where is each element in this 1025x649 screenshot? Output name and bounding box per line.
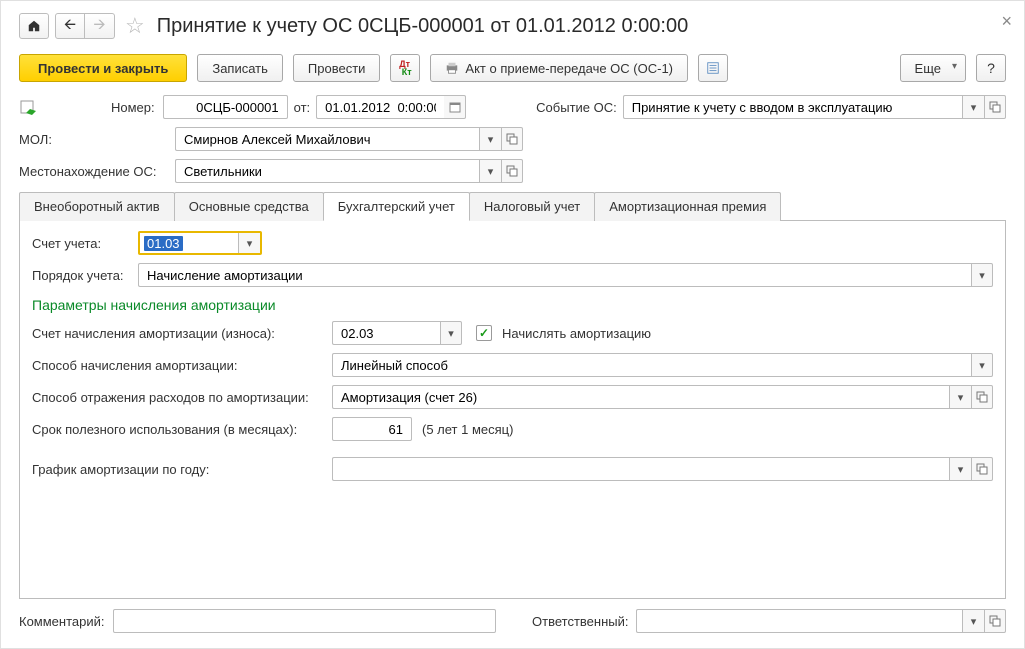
event-label: Событие ОС: <box>536 100 617 115</box>
account-dropdown-icon[interactable]: ▾ <box>238 233 260 253</box>
back-button[interactable]: 🡨 <box>55 13 85 39</box>
favorite-star-icon[interactable]: ☆ <box>125 13 145 39</box>
amort-account-input[interactable] <box>339 325 434 342</box>
location-label: Местонахождение ОС: <box>19 164 175 179</box>
event-open-icon[interactable] <box>984 95 1006 119</box>
printer-icon <box>445 61 459 75</box>
account-value: 01.03 <box>144 236 183 251</box>
page-title: Принятие к учету ОС 0СЦБ-000001 от 01.01… <box>157 15 688 38</box>
tab-fixed-assets[interactable]: Основные средства <box>174 192 324 221</box>
graph-dropdown-icon[interactable]: ▾ <box>949 457 971 481</box>
amort-account-label: Счет начисления амортизации (износа): <box>32 326 332 341</box>
expense-dropdown-icon[interactable]: ▾ <box>949 385 971 409</box>
more-button[interactable]: Еще <box>900 54 966 82</box>
save-button[interactable]: Записать <box>197 54 283 82</box>
expense-open-icon[interactable] <box>971 385 993 409</box>
order-label: Порядок учета: <box>32 268 138 283</box>
method-input[interactable] <box>339 357 965 374</box>
life-label: Срок полезного использования (в месяцах)… <box>32 422 332 437</box>
account-combo[interactable]: 01.03 ▾ <box>138 231 262 255</box>
from-label: от: <box>294 100 311 115</box>
post-and-close-button[interactable]: Провести и закрыть <box>19 54 187 82</box>
structure-button[interactable] <box>698 54 728 82</box>
calendar-icon[interactable] <box>444 95 466 119</box>
mol-input[interactable] <box>182 131 473 148</box>
responsible-input[interactable] <box>643 613 956 630</box>
print-act-button[interactable]: Акт о приеме-передаче ОС (ОС-1) <box>430 54 688 82</box>
order-dropdown-icon[interactable]: ▾ <box>971 263 993 287</box>
forward-button[interactable]: 🡪 <box>85 13 115 39</box>
tab-tax[interactable]: Налоговый учет <box>469 192 595 221</box>
amort-section-header: Параметры начисления амортизации <box>32 297 993 313</box>
help-button[interactable]: ? <box>976 54 1006 82</box>
document-status-icon <box>19 97 39 117</box>
life-input[interactable] <box>339 421 405 438</box>
expense-input[interactable] <box>339 389 943 406</box>
mol-open-icon[interactable] <box>501 127 523 151</box>
number-input[interactable] <box>170 99 281 116</box>
expense-label: Способ отражения расходов по амортизации… <box>32 390 332 405</box>
responsible-open-icon[interactable] <box>984 609 1006 633</box>
date-input[interactable] <box>323 99 438 116</box>
comment-input[interactable] <box>120 613 490 630</box>
life-hint: (5 лет 1 месяц) <box>422 422 513 437</box>
tab-bonus[interactable]: Амортизационная премия <box>594 192 781 221</box>
tab-accounting[interactable]: Бухгалтерский учет <box>323 192 470 221</box>
close-icon[interactable]: × <box>1001 11 1012 32</box>
account-label: Счет учета: <box>32 236 138 251</box>
order-input[interactable] <box>145 267 965 284</box>
number-label: Номер: <box>111 100 155 115</box>
event-input[interactable] <box>630 99 956 116</box>
method-label: Способ начисления амортизации: <box>32 358 332 373</box>
dtct-button[interactable]: Дт Кт <box>390 54 420 82</box>
event-dropdown-icon[interactable]: ▾ <box>962 95 984 119</box>
comment-label: Комментарий: <box>19 614 105 629</box>
print-act-label: Акт о приеме-передаче ОС (ОС-1) <box>465 61 673 76</box>
graph-label: График амортизации по году: <box>32 462 332 477</box>
home-button[interactable] <box>19 13 49 39</box>
charge-amort-label: Начислять амортизацию <box>502 326 651 341</box>
location-input[interactable] <box>182 163 473 180</box>
post-button[interactable]: Провести <box>293 54 381 82</box>
graph-open-icon[interactable] <box>971 457 993 481</box>
responsible-label: Ответственный: <box>532 614 628 629</box>
tab-nonmovable-asset[interactable]: Внеоборотный актив <box>19 192 175 221</box>
charge-amort-checkbox[interactable]: ✓ <box>476 325 492 341</box>
method-dropdown-icon[interactable]: ▾ <box>971 353 993 377</box>
location-open-icon[interactable] <box>501 159 523 183</box>
graph-input[interactable] <box>339 461 943 478</box>
tab-strip: Внеоборотный актив Основные средства Бух… <box>19 191 1006 221</box>
location-dropdown-icon[interactable]: ▾ <box>479 159 501 183</box>
amort-account-dropdown-icon[interactable]: ▾ <box>440 321 462 345</box>
mol-label: МОЛ: <box>19 132 175 147</box>
responsible-dropdown-icon[interactable]: ▾ <box>962 609 984 633</box>
mol-dropdown-icon[interactable]: ▾ <box>479 127 501 151</box>
